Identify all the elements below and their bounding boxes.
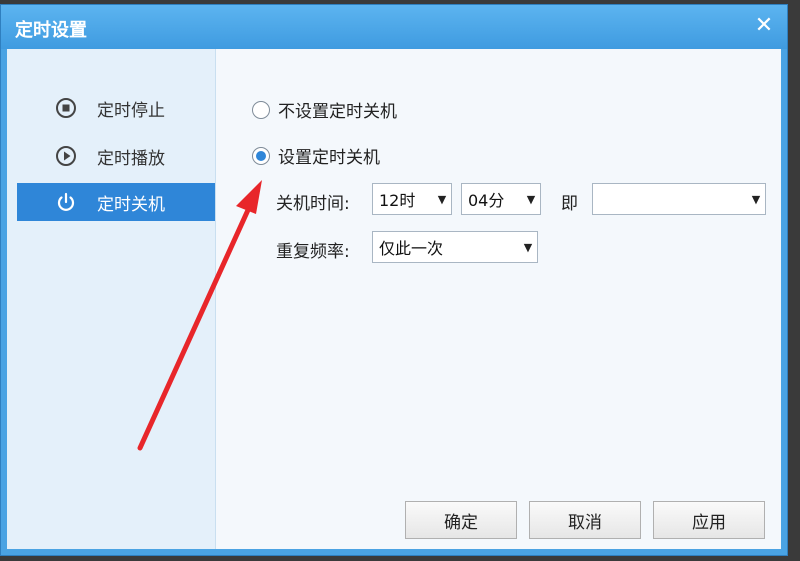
annotation-arrow bbox=[137, 180, 262, 451]
